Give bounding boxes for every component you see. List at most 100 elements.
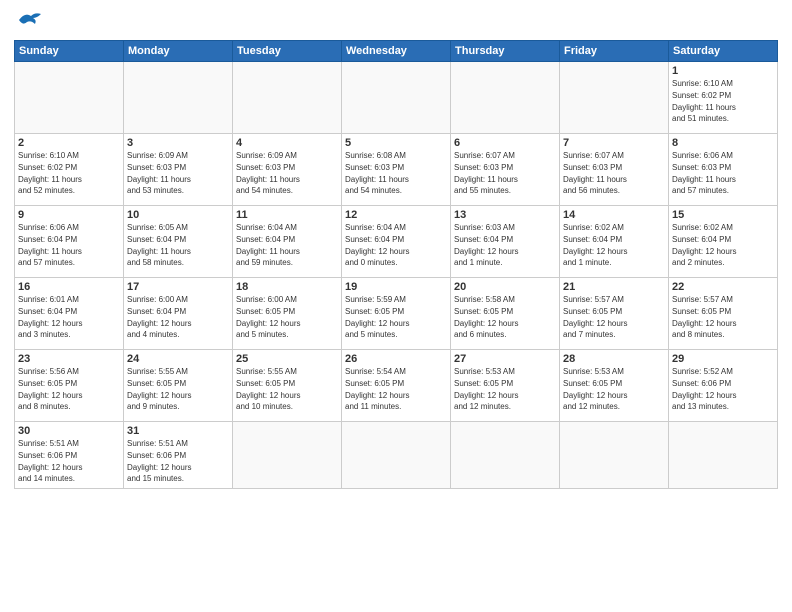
day-number: 27: [454, 353, 556, 365]
calendar-cell: 6 Sunrise: 6:07 AM Sunset: 6:03 PM Daylig…: [451, 134, 560, 206]
calendar-cell: 18 Sunrise: 6:00 AM Sunset: 6:05 PM Dayli…: [233, 278, 342, 350]
calendar-cell: 15 Sunrise: 6:02 AM Sunset: 6:04 PM Dayli…: [669, 206, 778, 278]
day-number: 30: [18, 425, 120, 437]
day-info: Sunrise: 6:01 AM Sunset: 6:04 PM Dayligh…: [18, 295, 82, 339]
day-number: 8: [672, 137, 774, 149]
day-number: 1: [672, 65, 774, 77]
day-info: Sunrise: 6:03 AM Sunset: 6:04 PM Dayligh…: [454, 223, 518, 267]
day-info: Sunrise: 5:57 AM Sunset: 6:05 PM Dayligh…: [563, 295, 627, 339]
calendar-cell: 12Sunrise: 6:04 AM Sunset: 6:04 PM Dayli…: [342, 206, 451, 278]
week-row-5: 23 Sunrise: 5:56 AM Sunset: 6:05 PM Dayli…: [15, 350, 778, 422]
day-info: Sunrise: 5:51 AM Sunset: 6:06 PM Dayligh…: [127, 439, 191, 483]
day-number: 9: [18, 209, 120, 221]
calendar-cell: 11Sunrise: 6:04 AM Sunset: 6:04 PM Dayli…: [233, 206, 342, 278]
weekday-header-saturday: Saturday: [669, 41, 778, 62]
calendar-cell: 4Sunrise: 6:09 AM Sunset: 6:03 PM Daylig…: [233, 134, 342, 206]
week-row-3: 9 Sunrise: 6:06 AM Sunset: 6:04 PM Daylig…: [15, 206, 778, 278]
calendar-cell: [124, 62, 233, 134]
calendar-cell: [15, 62, 124, 134]
calendar-cell: 1 Sunrise: 6:10 AM Sunset: 6:02 PM Daylig…: [669, 62, 778, 134]
day-info: Sunrise: 5:59 AM Sunset: 6:05 PM Dayligh…: [345, 295, 409, 339]
day-info: Sunrise: 6:00 AM Sunset: 6:05 PM Dayligh…: [236, 295, 300, 339]
day-number: 15: [672, 209, 774, 221]
day-info: Sunrise: 5:56 AM Sunset: 6:05 PM Dayligh…: [18, 367, 82, 411]
calendar-cell: [233, 422, 342, 489]
calendar-cell: 20Sunrise: 5:58 AM Sunset: 6:05 PM Dayli…: [451, 278, 560, 350]
weekday-header-thursday: Thursday: [451, 41, 560, 62]
day-number: 7: [563, 137, 665, 149]
calendar-cell: 25 Sunrise: 5:55 AM Sunset: 6:05 PM Dayli…: [233, 350, 342, 422]
day-info: Sunrise: 5:53 AM Sunset: 6:05 PM Dayligh…: [454, 367, 518, 411]
day-number: 11: [236, 209, 338, 221]
calendar-cell: 21 Sunrise: 5:57 AM Sunset: 6:05 PM Dayli…: [560, 278, 669, 350]
calendar-cell: [669, 422, 778, 489]
day-info: Sunrise: 5:54 AM Sunset: 6:05 PM Dayligh…: [345, 367, 409, 411]
day-info: Sunrise: 5:55 AM Sunset: 6:05 PM Dayligh…: [236, 367, 300, 411]
day-info: Sunrise: 5:57 AM Sunset: 6:05 PM Dayligh…: [672, 295, 736, 339]
calendar-cell: 22 Sunrise: 5:57 AM Sunset: 6:05 PM Dayli…: [669, 278, 778, 350]
week-row-1: 1 Sunrise: 6:10 AM Sunset: 6:02 PM Daylig…: [15, 62, 778, 134]
day-info: Sunrise: 5:55 AM Sunset: 6:05 PM Dayligh…: [127, 367, 191, 411]
day-info: Sunrise: 6:09 AM Sunset: 6:03 PM Dayligh…: [127, 151, 191, 195]
calendar-cell: 3 Sunrise: 6:09 AM Sunset: 6:03 PM Daylig…: [124, 134, 233, 206]
day-info: Sunrise: 6:05 AM Sunset: 6:04 PM Dayligh…: [127, 223, 191, 267]
calendar-cell: 14 Sunrise: 6:02 AM Sunset: 6:04 PM Dayli…: [560, 206, 669, 278]
day-info: Sunrise: 6:10 AM Sunset: 6:02 PM Dayligh…: [672, 79, 736, 123]
day-info: Sunrise: 6:02 AM Sunset: 6:04 PM Dayligh…: [672, 223, 736, 267]
week-row-4: 16 Sunrise: 6:01 AM Sunset: 6:04 PM Dayli…: [15, 278, 778, 350]
calendar-table: SundayMondayTuesdayWednesdayThursdayFrid…: [14, 40, 778, 489]
calendar-cell: [560, 62, 669, 134]
calendar-cell: 8 Sunrise: 6:06 AM Sunset: 6:03 PM Daylig…: [669, 134, 778, 206]
calendar-cell: 28Sunrise: 5:53 AM Sunset: 6:05 PM Dayli…: [560, 350, 669, 422]
calendar-cell: [560, 422, 669, 489]
day-info: Sunrise: 6:06 AM Sunset: 6:03 PM Dayligh…: [672, 151, 736, 195]
calendar-cell: 7Sunrise: 6:07 AM Sunset: 6:03 PM Daylig…: [560, 134, 669, 206]
day-number: 5: [345, 137, 447, 149]
calendar-cell: 17 Sunrise: 6:00 AM Sunset: 6:04 PM Dayli…: [124, 278, 233, 350]
calendar-cell: 31 Sunrise: 5:51 AM Sunset: 6:06 PM Dayli…: [124, 422, 233, 489]
day-number: 25: [236, 353, 338, 365]
calendar-cell: 27 Sunrise: 5:53 AM Sunset: 6:05 PM Dayli…: [451, 350, 560, 422]
day-number: 14: [563, 209, 665, 221]
logo: [14, 10, 45, 34]
day-info: Sunrise: 6:04 AM Sunset: 6:04 PM Dayligh…: [345, 223, 409, 267]
day-number: 22: [672, 281, 774, 293]
logo-bird-icon: [17, 10, 45, 30]
day-number: 13: [454, 209, 556, 221]
day-number: 31: [127, 425, 229, 437]
calendar-cell: 26Sunrise: 5:54 AM Sunset: 6:05 PM Dayli…: [342, 350, 451, 422]
calendar-cell: [342, 422, 451, 489]
calendar-cell: 16 Sunrise: 6:01 AM Sunset: 6:04 PM Dayli…: [15, 278, 124, 350]
day-info: Sunrise: 6:07 AM Sunset: 6:03 PM Dayligh…: [454, 151, 518, 195]
weekday-header-sunday: Sunday: [15, 41, 124, 62]
day-number: 28: [563, 353, 665, 365]
calendar-cell: [342, 62, 451, 134]
day-info: Sunrise: 6:00 AM Sunset: 6:04 PM Dayligh…: [127, 295, 191, 339]
page: SundayMondayTuesdayWednesdayThursdayFrid…: [0, 0, 792, 612]
calendar-cell: 13 Sunrise: 6:03 AM Sunset: 6:04 PM Dayli…: [451, 206, 560, 278]
weekday-header-tuesday: Tuesday: [233, 41, 342, 62]
day-number: 18: [236, 281, 338, 293]
calendar-cell: 29 Sunrise: 5:52 AM Sunset: 6:06 PM Dayli…: [669, 350, 778, 422]
calendar-cell: [451, 422, 560, 489]
day-info: Sunrise: 6:06 AM Sunset: 6:04 PM Dayligh…: [18, 223, 82, 267]
day-number: 6: [454, 137, 556, 149]
week-row-2: 2Sunrise: 6:10 AM Sunset: 6:02 PM Daylig…: [15, 134, 778, 206]
calendar-cell: 10Sunrise: 6:05 AM Sunset: 6:04 PM Dayli…: [124, 206, 233, 278]
calendar-cell: 2Sunrise: 6:10 AM Sunset: 6:02 PM Daylig…: [15, 134, 124, 206]
day-number: 16: [18, 281, 120, 293]
day-info: Sunrise: 6:02 AM Sunset: 6:04 PM Dayligh…: [563, 223, 627, 267]
day-number: 23: [18, 353, 120, 365]
calendar-cell: 23 Sunrise: 5:56 AM Sunset: 6:05 PM Dayli…: [15, 350, 124, 422]
calendar-cell: 9 Sunrise: 6:06 AM Sunset: 6:04 PM Daylig…: [15, 206, 124, 278]
day-number: 3: [127, 137, 229, 149]
calendar-cell: [233, 62, 342, 134]
calendar-cell: [451, 62, 560, 134]
day-info: Sunrise: 5:58 AM Sunset: 6:05 PM Dayligh…: [454, 295, 518, 339]
day-info: Sunrise: 5:52 AM Sunset: 6:06 PM Dayligh…: [672, 367, 736, 411]
calendar-cell: 24Sunrise: 5:55 AM Sunset: 6:05 PM Dayli…: [124, 350, 233, 422]
day-number: 21: [563, 281, 665, 293]
day-number: 17: [127, 281, 229, 293]
week-row-6: 30 Sunrise: 5:51 AM Sunset: 6:06 PM Dayli…: [15, 422, 778, 489]
day-number: 29: [672, 353, 774, 365]
